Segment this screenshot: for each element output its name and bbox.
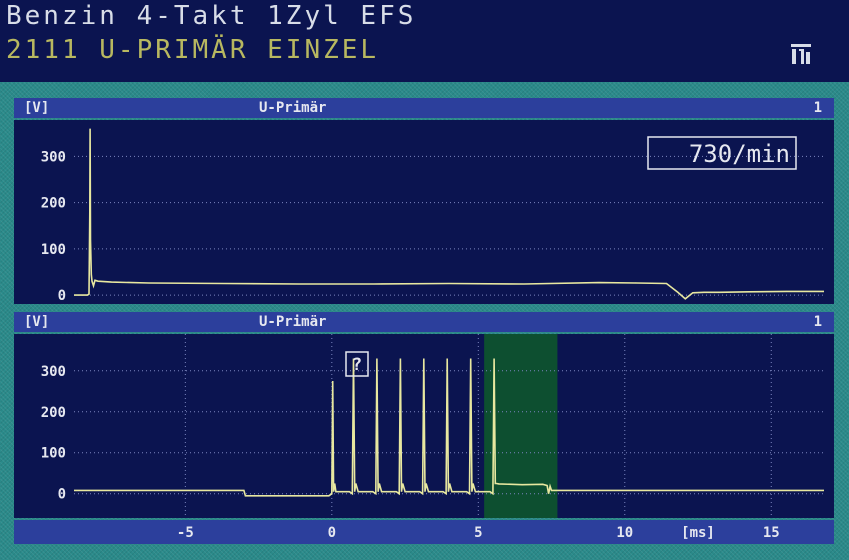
panel1-y-tick-label: 0	[58, 288, 66, 304]
rpm-readout: 730/min	[689, 140, 790, 168]
oscilloscope-chart: 0 100 200 300 730/min 0 100 200 300 ? -5 0 5 10 15 [ms]	[14, 120, 834, 544]
panel1-y-tick-label: 100	[41, 242, 66, 258]
x-tick-label: -5	[177, 525, 194, 541]
panel1-y-tick-label: 300	[41, 149, 66, 165]
unknown-marker: ?	[352, 355, 362, 375]
panel2-y-tick-label: 0	[58, 487, 66, 503]
x-axis-unit-label: [ms]	[681, 525, 715, 541]
x-tick-label: 5	[474, 525, 482, 541]
panel2-y-tick-label: 200	[41, 405, 66, 421]
panel2-y-tick-label: 100	[41, 446, 66, 462]
x-tick-label: 15	[763, 525, 780, 541]
x-tick-label: 10	[616, 525, 633, 541]
panel1-y-tick-label: 200	[41, 196, 66, 212]
panel2-y-tick-label: 300	[41, 364, 66, 380]
x-tick-label: 0	[328, 525, 336, 541]
